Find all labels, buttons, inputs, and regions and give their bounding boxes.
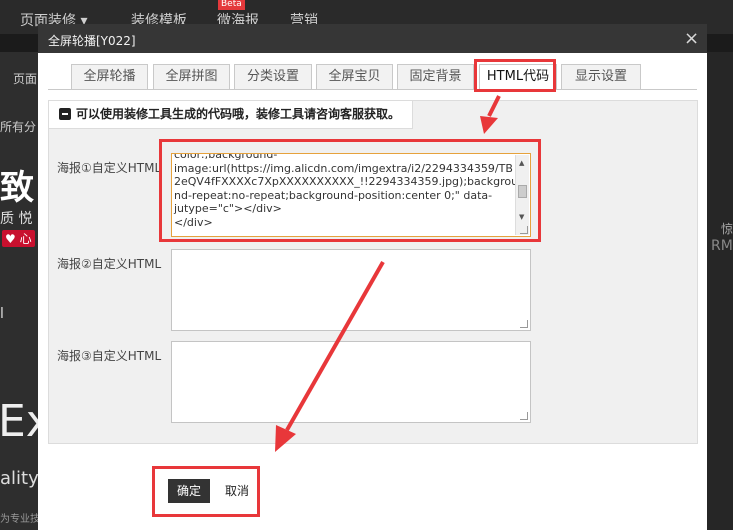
tab-display-settings[interactable]: 显示设置 xyxy=(561,64,641,89)
textarea-scrollbar[interactable]: ▲ ▼ xyxy=(515,155,529,235)
notice-text: 可以使用装修工具生成的代码哦，装修工具请咨询客服获取。 xyxy=(76,107,401,121)
notice-banner: 可以使用装修工具生成的代码哦，装修工具请咨询客服获取。 xyxy=(49,101,414,129)
bg-text: ♥ 心 xyxy=(2,230,35,247)
background-page-right: 惊 RM xyxy=(707,52,733,530)
poster-3-label: 海报③自定义HTML xyxy=(57,349,162,363)
bg-text: 致 xyxy=(0,168,34,208)
resize-grip-icon[interactable] xyxy=(520,320,528,328)
poster-2-html-textarea[interactable] xyxy=(171,249,531,331)
tab-fullscreen-carousel[interactable]: 全屏轮播 xyxy=(71,64,148,89)
poster-2-label: 海报②自定义HTML xyxy=(57,257,162,271)
bg-text: ality xyxy=(0,468,38,489)
code-line: jutype="c"></div> xyxy=(174,202,282,216)
confirm-button[interactable]: 确定 xyxy=(168,479,210,503)
dialog-header: 全屏轮播[Y022] × xyxy=(38,24,707,53)
tab-category-settings[interactable]: 分类设置 xyxy=(234,64,312,89)
cancel-button[interactable]: 取消 xyxy=(220,479,254,503)
tabs-divider xyxy=(48,89,697,90)
tab-fullscreen-items[interactable]: 全屏宝贝 xyxy=(316,64,393,89)
beta-badge: Beta xyxy=(218,0,245,10)
bg-text: 为专业技 xyxy=(0,514,38,525)
tab-fullscreen-collage[interactable]: 全屏拼图 xyxy=(153,64,230,89)
bg-text: 所有分 xyxy=(0,120,37,134)
scroll-up-icon[interactable]: ▲ xyxy=(519,157,524,171)
code-line: color:;background- xyxy=(174,153,278,161)
bg-text: 惊 xyxy=(721,222,733,236)
code-line: nd-repeat:no-repeat;background-position:… xyxy=(174,188,493,202)
html-code-panel: 可以使用装修工具生成的代码哦，装修工具请咨询客服获取。 海报①自定义HTML c… xyxy=(48,100,698,444)
bg-text: 页面 xyxy=(13,72,38,86)
code-line: </div> xyxy=(174,215,213,229)
bg-text: Exc xyxy=(0,396,38,447)
settings-tabs: 全屏轮播 全屏拼图 分类设置 全屏宝贝 固定背景 HTML代码 显示设置 xyxy=(38,64,707,90)
scroll-down-icon[interactable]: ▼ xyxy=(519,211,524,225)
bg-text: RM xyxy=(711,238,733,254)
poster-1-html-textarea[interactable]: color:;background- image:url(https://img… xyxy=(171,153,531,237)
code-line: image:url(https://img.alicdn.com/imgextr… xyxy=(174,161,513,175)
fullscreen-carousel-dialog: 全屏轮播[Y022] × 全屏轮播 全屏拼图 分类设置 全屏宝贝 固定背景 HT… xyxy=(38,24,707,530)
bg-text: l xyxy=(0,306,4,322)
bg-text: 质 悦 xyxy=(0,211,33,227)
poster-1-label: 海报①自定义HTML xyxy=(57,161,162,175)
minus-square-icon xyxy=(59,108,71,120)
close-icon[interactable]: × xyxy=(684,30,699,48)
dialog-title: 全屏轮播[Y022] xyxy=(48,34,136,48)
tab-fixed-background[interactable]: 固定背景 xyxy=(397,64,474,89)
scroll-thumb[interactable] xyxy=(518,185,527,198)
resize-grip-icon[interactable] xyxy=(520,226,528,234)
background-page-left: 页面 所有分 致 质 悦 ♥ 心 l Exc ality 为专业技 xyxy=(0,52,38,530)
resize-grip-icon[interactable] xyxy=(520,412,528,420)
code-line: 2eQV4fFXXXXc7XpXXXXXXXXXX_!!2294334359.j… xyxy=(174,175,519,189)
poster-3-html-textarea[interactable] xyxy=(171,341,531,423)
poster-1-html-value: color:;background- image:url(https://img… xyxy=(174,153,519,230)
tab-html-code[interactable]: HTML代码 xyxy=(479,64,557,90)
